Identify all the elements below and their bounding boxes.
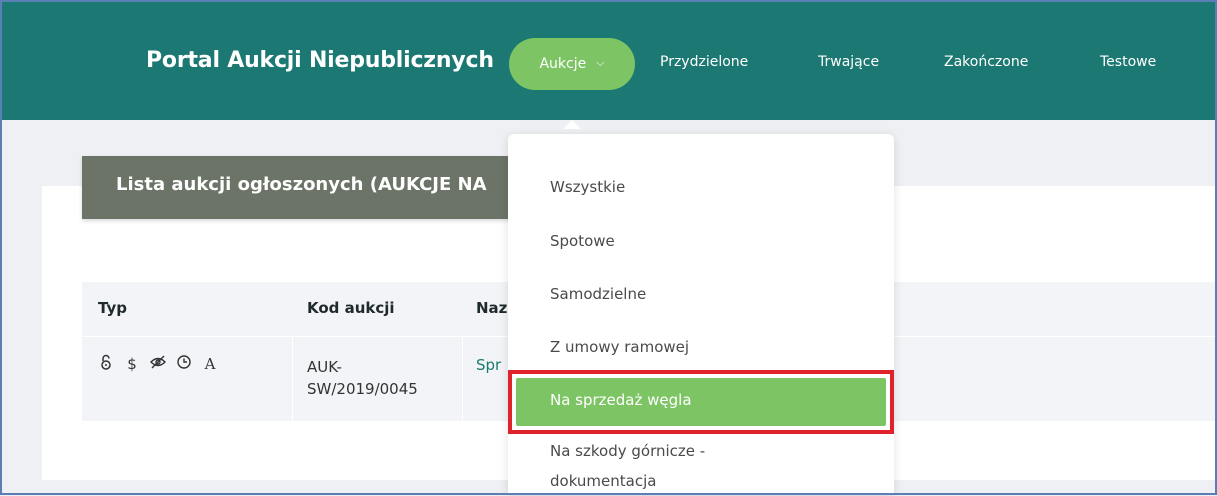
eye-off-icon bbox=[150, 355, 166, 373]
column-divider bbox=[292, 337, 293, 421]
column-header-typ[interactable]: Typ bbox=[98, 299, 127, 317]
menu-item-na-szkody-gornicze-line1: Na szkody górnicze - bbox=[550, 442, 706, 460]
list-title: Lista aukcji ogłoszonych (AUKCJE NA bbox=[82, 156, 542, 219]
dropdown-pointer bbox=[563, 120, 581, 129]
menu-item-spotowe[interactable]: Spotowe bbox=[550, 232, 615, 250]
menu-item-wszystkie[interactable]: Wszystkie bbox=[550, 178, 625, 196]
column-divider bbox=[462, 337, 463, 421]
brand-title[interactable]: Portal Aukcji Niepublicznych bbox=[146, 48, 494, 73]
aukcje-dropdown-menu: Wszystkie Spotowe Samodzielne Z umowy ra… bbox=[508, 134, 894, 495]
menu-item-z-umowy-ramowej[interactable]: Z umowy ramowej bbox=[550, 338, 689, 356]
menu-item-na-szkody-gornicze[interactable]: Na szkody górnicze - dokumentacja bbox=[550, 436, 705, 496]
chevron-down-icon: ⌵ bbox=[596, 56, 605, 69]
auction-code-line2: SW/2019/0045 bbox=[307, 380, 418, 398]
column-header-nazwa[interactable]: Naz bbox=[476, 299, 507, 317]
auction-code-line1: AUK- bbox=[307, 358, 342, 376]
clock-icon bbox=[176, 355, 192, 373]
nav-aukcje-label: Aukcje bbox=[539, 56, 587, 72]
nav-trwajace[interactable]: Trwające bbox=[818, 54, 879, 70]
letter-a-icon: A bbox=[204, 355, 216, 373]
menu-item-na-sprzedaz-wegla-label: Na sprzedaż węgla bbox=[550, 391, 692, 409]
nav-zakonczone[interactable]: Zakończone bbox=[944, 54, 1028, 70]
nav-testowe[interactable]: Testowe bbox=[1100, 54, 1156, 70]
type-icons: $ A bbox=[98, 354, 218, 374]
menu-item-na-szkody-gornicze-line2: dokumentacja bbox=[550, 472, 657, 490]
auction-code: AUK- SW/2019/0045 bbox=[307, 356, 418, 400]
nav-przydzielone[interactable]: Przydzielone bbox=[660, 54, 748, 70]
menu-item-samodzielne[interactable]: Samodzielne bbox=[550, 285, 646, 303]
top-navbar: Portal Aukcji Niepublicznych Aukcje ⌵ Pr… bbox=[0, 0, 1217, 120]
nav-aukcje-menu[interactable]: Aukcje ⌵ bbox=[509, 38, 635, 90]
dollar-icon: $ bbox=[127, 355, 137, 373]
auction-name-link[interactable]: Spr bbox=[476, 356, 501, 374]
menu-item-na-sprzedaz-wegla[interactable]: Na sprzedaż węgla bbox=[508, 370, 894, 434]
unlock-icon bbox=[98, 354, 114, 374]
column-header-kod[interactable]: Kod aukcji bbox=[307, 299, 395, 317]
